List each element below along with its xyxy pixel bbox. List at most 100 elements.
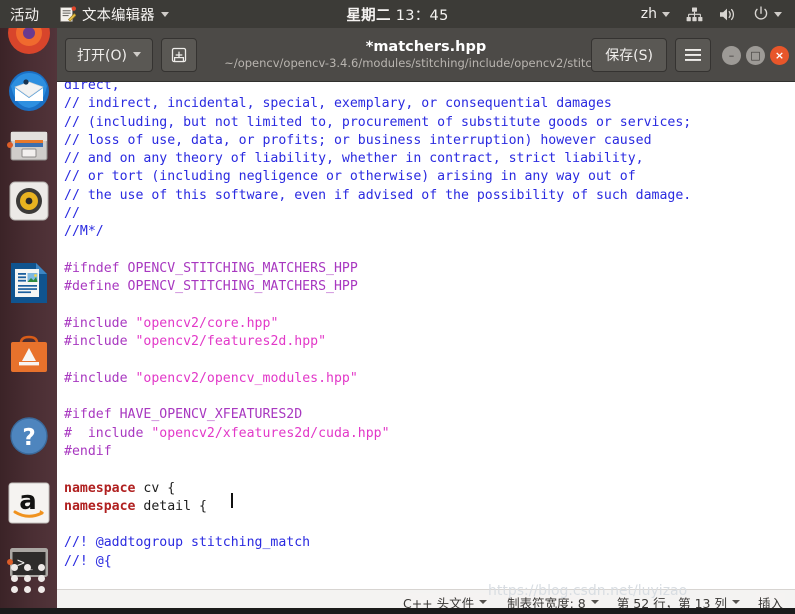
grid-dot bbox=[37, 564, 45, 571]
code-line: // the use of this software, even if adv… bbox=[64, 187, 795, 205]
running-indicator bbox=[7, 142, 13, 148]
save-button[interactable]: 保存(S) bbox=[591, 38, 667, 72]
window-title: *matchers.hpp bbox=[365, 39, 487, 55]
language-indicator[interactable]: zh bbox=[634, 0, 677, 28]
save-button-label: 保存(S) bbox=[605, 48, 653, 64]
grid-dot bbox=[24, 586, 32, 593]
chevron-down-icon bbox=[479, 600, 488, 604]
chevron-down-icon bbox=[774, 11, 782, 17]
code-token: direct, bbox=[64, 82, 120, 93]
code-line: #ifndef OPENCV_STITCHING_MATCHERS_HPP bbox=[64, 260, 795, 278]
code-token: detail { bbox=[135, 498, 207, 514]
code-line: //M*/ bbox=[64, 223, 795, 241]
code-token: // or tort (including negligence or othe… bbox=[64, 169, 636, 185]
text-cursor bbox=[231, 493, 233, 508]
app-menu-label: 文本编辑器 bbox=[82, 7, 155, 24]
hamburger-menu-icon bbox=[684, 48, 702, 62]
dock-item-amazon[interactable]: a bbox=[6, 480, 52, 526]
code-line: // indirect, incidental, special, exempl… bbox=[64, 95, 795, 113]
svg-text:?: ? bbox=[22, 425, 35, 451]
chevron-down-icon bbox=[160, 11, 169, 17]
code-token: # include bbox=[64, 425, 152, 441]
grid-dot bbox=[24, 575, 32, 582]
power-menu-button[interactable] bbox=[746, 0, 789, 28]
grid-dot bbox=[11, 564, 18, 571]
maximize-button[interactable]: □ bbox=[746, 45, 765, 65]
code-line: direct, bbox=[64, 82, 795, 95]
chevron-down-icon bbox=[590, 600, 599, 604]
code-line: namespace cv { bbox=[64, 480, 795, 498]
hamburger-menu-button[interactable] bbox=[675, 38, 711, 72]
minimize-button[interactable]: – bbox=[722, 45, 741, 65]
code-line: #include "opencv2/core.hpp" bbox=[64, 315, 795, 333]
code-token: // bbox=[64, 206, 80, 222]
unity-launcher: ? a >_ bbox=[0, 12, 57, 614]
code-token: #include bbox=[64, 370, 136, 386]
close-button[interactable]: × bbox=[770, 45, 789, 65]
dock-item-thunderbird[interactable] bbox=[6, 68, 52, 114]
window-subtitle-path: ~/opencv/opencv-3.4.6/modules/stitching/… bbox=[224, 56, 628, 70]
volume-indicator[interactable] bbox=[712, 0, 744, 28]
text-editor-icon bbox=[59, 5, 77, 23]
code-token: "opencv2/xfeatures2d/cuda.hpp" bbox=[151, 425, 390, 441]
grid-dot bbox=[24, 564, 32, 571]
code-line: namespace detail { bbox=[64, 498, 795, 516]
code-line: #ifdef HAVE_OPENCV_XFEATURES2D bbox=[64, 406, 795, 424]
grid-dot bbox=[37, 575, 45, 582]
new-document-button[interactable] bbox=[160, 37, 197, 72]
dock-item-help[interactable]: ? bbox=[6, 413, 52, 459]
new-document-icon bbox=[170, 46, 188, 64]
code-line: //! @addtogroup stitching_match bbox=[64, 534, 795, 552]
code-line: // or tort (including negligence or othe… bbox=[64, 168, 795, 186]
show-applications-button[interactable] bbox=[11, 564, 47, 593]
code-line: // (including, but not limited to, procu… bbox=[64, 114, 795, 132]
chevron-down-icon bbox=[731, 600, 740, 604]
activities-button[interactable]: 活动 bbox=[0, 0, 49, 28]
code-token: #include bbox=[64, 315, 136, 331]
header-bar-actions: 保存(S) – □ × bbox=[591, 28, 789, 82]
text-editor-view[interactable]: direct, // indirect, incidental, special,… bbox=[57, 82, 795, 589]
code-token: namespace bbox=[64, 480, 136, 496]
code-line: #include "opencv2/opencv_modules.hpp" bbox=[64, 370, 795, 388]
dock-item-ubuntu-software[interactable] bbox=[6, 331, 52, 377]
clock-weekday: 星期二 bbox=[346, 7, 391, 24]
grid-dot bbox=[11, 586, 18, 593]
code-token: #define OPENCV_STITCHING_MATCHERS_HPP bbox=[64, 279, 358, 295]
dock-item-rhythmbox[interactable] bbox=[6, 178, 52, 224]
desktop-screen: 活动 文本编辑器 星期二 13：45 zh ? a 打开(O) *matcher… bbox=[0, 0, 795, 614]
code-token: #endif bbox=[64, 443, 112, 459]
code-token: // and on any theory of liability, wheth… bbox=[64, 151, 644, 167]
code-line: #include "opencv2/features2d.hpp" bbox=[64, 333, 795, 351]
grid-dot bbox=[37, 586, 45, 593]
network-icon bbox=[686, 7, 703, 22]
code-token: cv { bbox=[135, 480, 176, 496]
system-tray: zh bbox=[634, 0, 789, 28]
window-controls: – □ × bbox=[722, 45, 789, 65]
screen-bottom-edge bbox=[0, 608, 795, 614]
app-menu-button[interactable]: 文本编辑器 bbox=[49, 0, 179, 28]
source-code-text[interactable]: direct, // indirect, incidental, special,… bbox=[64, 82, 795, 589]
code-token: "opencv2/opencv_modules.hpp" bbox=[135, 370, 358, 386]
dock-item-libreoffice-writer[interactable] bbox=[6, 260, 52, 306]
chevron-down-icon bbox=[662, 11, 670, 17]
network-indicator[interactable] bbox=[679, 0, 710, 28]
code-token: // loss of use, data, or profits; or bus… bbox=[64, 132, 652, 148]
svg-text:a: a bbox=[19, 486, 37, 516]
chevron-down-icon bbox=[132, 52, 141, 57]
volume-icon bbox=[719, 7, 737, 22]
code-line: # include "opencv2/xfeatures2d/cuda.hpp" bbox=[64, 425, 795, 443]
code-token: #ifdef HAVE_OPENCV_XFEATURES2D bbox=[64, 407, 303, 423]
open-button-label: 打开(O) bbox=[77, 47, 127, 64]
code-token: #ifndef OPENCV_STITCHING_MATCHERS_HPP bbox=[64, 260, 358, 276]
open-button[interactable]: 打开(O) bbox=[65, 37, 153, 72]
gnome-top-bar: 活动 文本编辑器 星期二 13：45 zh bbox=[0, 0, 795, 28]
code-line: #endif bbox=[64, 443, 795, 461]
code-line: //! @{ bbox=[64, 553, 795, 571]
power-icon bbox=[753, 6, 769, 22]
clock-button[interactable]: 星期二 13：45 bbox=[298, 4, 498, 25]
dock-item-files[interactable] bbox=[6, 123, 52, 169]
code-token: namespace bbox=[64, 498, 136, 514]
